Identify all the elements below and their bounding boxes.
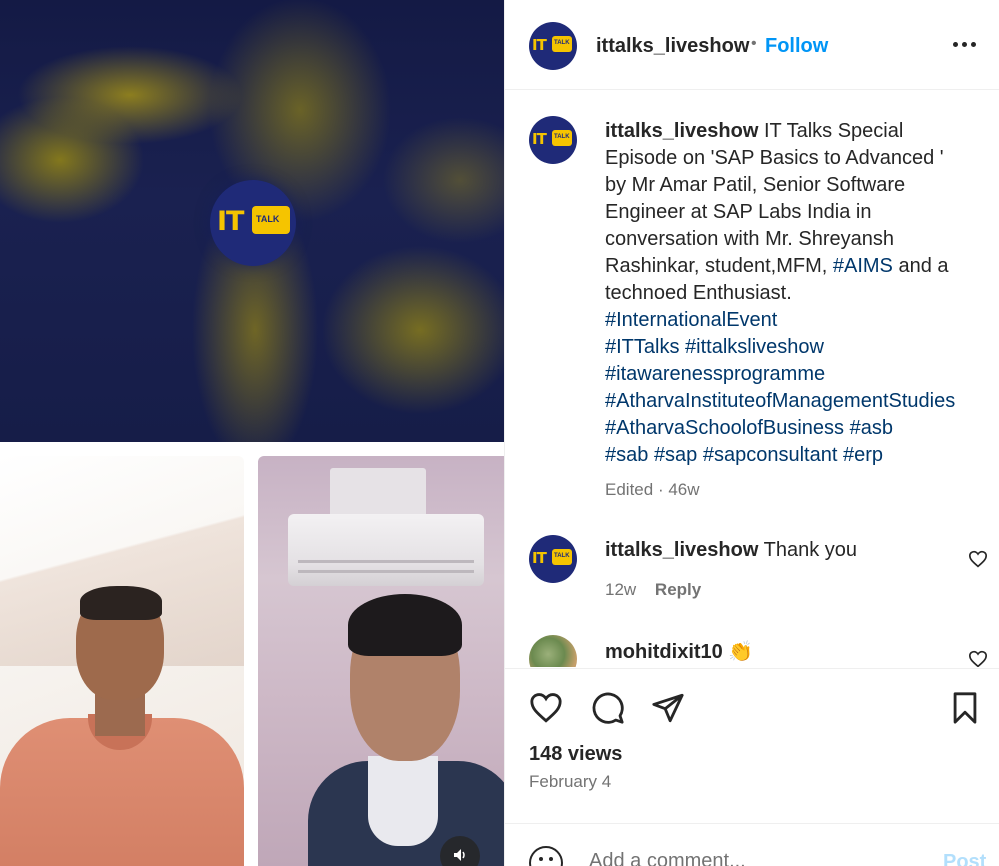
emoji-icon	[539, 857, 543, 861]
wall-fixture	[330, 468, 426, 518]
emoji-icon	[549, 857, 553, 861]
avatar-logo-bubble: TALK	[552, 36, 572, 52]
speaker-hair	[80, 586, 162, 620]
hashtag-link[interactable]: #AIMS	[833, 255, 893, 277]
hashtag-link[interactable]: #InternationalEvent	[605, 309, 777, 331]
avatar-logo-bubble-text: TALK	[554, 134, 570, 140]
comment-input[interactable]	[589, 850, 919, 866]
hashtag-link[interactable]: #AtharvaSchoolofBusiness	[605, 417, 844, 439]
comments-list[interactable]: IT TALK ittalks_liveshow IT Talks Specia…	[505, 91, 999, 667]
avatar-logo-word: IT	[532, 36, 547, 54]
hashtag-link[interactable]: #sap	[654, 444, 697, 466]
separator-dot: •	[751, 35, 757, 52]
caption-age[interactable]: 46w	[668, 480, 699, 499]
meta-separator: ·	[657, 480, 664, 499]
more-options-icon	[962, 42, 967, 47]
comment-username[interactable]: mohitdixit10	[605, 641, 723, 663]
post-details-panel: IT TALK ittalks_liveshow • Follow IT TAL…	[504, 0, 999, 866]
guest-video-tile-left	[0, 456, 244, 866]
avatar-logo-bubble-text: TALK	[554, 40, 570, 46]
hashtag-link[interactable]: #erp	[843, 444, 883, 466]
comment-text: Thank you	[763, 539, 857, 561]
comment-age[interactable]: 12w	[605, 580, 636, 599]
ac-vent	[298, 560, 474, 563]
post-date[interactable]: February 4	[529, 772, 611, 792]
hashtag-link[interactable]: #ITTalks	[605, 336, 679, 358]
ac-vent	[298, 570, 474, 573]
logo-bubble-text: TALK	[256, 214, 280, 224]
logo-bubble: TALK	[252, 206, 290, 234]
avatar[interactable]: IT TALK	[529, 535, 577, 583]
comment-body: mohitdixit10 👏	[605, 639, 753, 664]
post-header: IT TALK ittalks_liveshow • Follow	[505, 0, 999, 90]
comment-text: 👏	[728, 641, 754, 663]
avatar[interactable]	[529, 635, 577, 667]
add-comment-bar: Post	[505, 823, 999, 866]
caption-username[interactable]: ittalks_liveshow	[605, 120, 758, 142]
more-options-icon	[971, 42, 976, 47]
post-actions: 148 views February 4	[505, 668, 999, 823]
caption-text: IT Talks Special Episode on 'SAP Basics …	[605, 120, 944, 277]
post-media[interactable]: IT TALK	[0, 0, 504, 866]
comment-bubble-icon[interactable]	[591, 691, 625, 725]
ittalks-logo: IT TALK	[210, 180, 296, 266]
avatar-logo-bubble-text: TALK	[554, 553, 570, 559]
hashtag-link[interactable]: #itawarenessprogramme	[605, 363, 825, 385]
hashtag-link[interactable]: #ittalksliveshow	[685, 336, 824, 358]
share-send-icon[interactable]	[651, 691, 685, 725]
avatar-logo-word: IT	[532, 130, 547, 148]
air-conditioner	[288, 514, 484, 586]
post-caption: ittalks_liveshow IT Talks Special Episod…	[605, 118, 965, 469]
edited-label: Edited	[605, 480, 654, 499]
view-count[interactable]: 148 views	[529, 743, 622, 766]
avatar-logo-bubble: TALK	[552, 130, 572, 146]
more-options-button[interactable]	[951, 34, 979, 54]
post-comment-button[interactable]: Post	[943, 851, 986, 866]
emoji-picker-button[interactable]	[529, 846, 563, 866]
guest-video-tile-right	[258, 456, 504, 866]
guest-hair	[348, 594, 462, 656]
like-comment-heart-icon[interactable]	[968, 650, 988, 667]
caption-meta: Edited · 46w	[605, 480, 700, 500]
like-comment-heart-icon[interactable]	[968, 550, 988, 568]
reply-button[interactable]: Reply	[655, 580, 701, 599]
author-username[interactable]: ittalks_liveshow	[596, 35, 749, 58]
comment-body: ittalks_liveshow Thank you	[605, 539, 857, 562]
hashtag-link[interactable]: #sapconsultant	[703, 444, 838, 466]
avatar[interactable]: IT TALK	[529, 22, 577, 70]
like-heart-icon[interactable]	[529, 691, 563, 725]
guest-shirt	[368, 756, 438, 846]
follow-button[interactable]: Follow	[765, 35, 828, 58]
comment-username[interactable]: ittalks_liveshow	[605, 539, 758, 561]
save-bookmark-icon[interactable]	[948, 691, 982, 725]
comment-meta: 12w Reply	[605, 580, 701, 600]
avatar-logo-bubble: TALK	[552, 549, 572, 565]
hashtag-link[interactable]: #AtharvaInstituteofManagementStudies	[605, 390, 955, 412]
hashtag-link[interactable]: #sab	[605, 444, 648, 466]
speaker-icon	[454, 849, 465, 861]
avatar[interactable]: IT TALK	[529, 116, 577, 164]
logo-word: IT	[217, 206, 244, 237]
hashtag-link[interactable]: #asb	[850, 417, 893, 439]
host-video-tile: IT TALK	[0, 0, 504, 442]
more-options-icon	[953, 42, 958, 47]
avatar-logo-word: IT	[532, 549, 547, 567]
